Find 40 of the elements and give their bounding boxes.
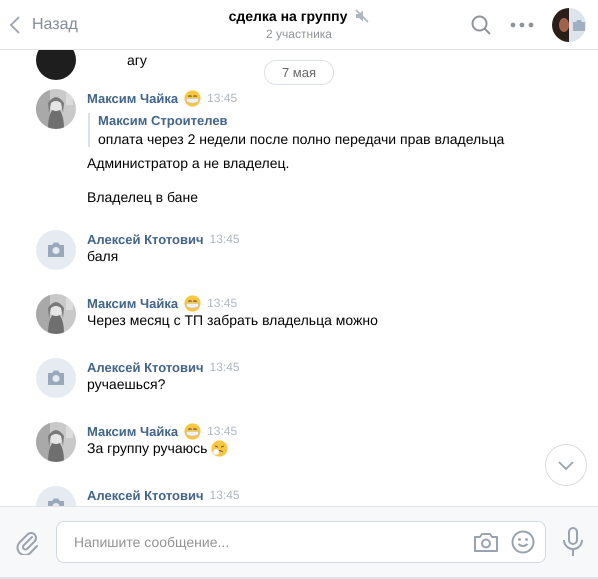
- message-time: 13:45: [210, 360, 240, 374]
- message-text: За группу ручаюсь: [87, 440, 208, 457]
- message-time: 13:45: [207, 424, 238, 438]
- back-chevron-icon: [10, 16, 20, 34]
- quoted-message[interactable]: Максим Строителев оплата через 2 недели после полно передачи прав владельца: [88, 113, 598, 147]
- camera-avatar-icon: [36, 358, 76, 398]
- author-name[interactable]: Алексей Ктотович: [87, 360, 204, 374]
- author-name[interactable]: Максим Чайка: [87, 424, 178, 438]
- attach-button[interactable]: [14, 529, 40, 555]
- message-time: 13:45: [207, 91, 238, 105]
- chat-avatar-button[interactable]: [552, 8, 586, 42]
- message-text: баля: [87, 248, 118, 265]
- quote-text: оплата через 2 недели после полно передачи прав владельца: [98, 131, 506, 147]
- scroll-down-button[interactable]: [545, 444, 587, 486]
- chevron-down-icon: [558, 460, 574, 470]
- chat-title: сделка на группу: [228, 8, 348, 24]
- message-text: агу: [127, 52, 147, 68]
- message-text: Через месяц с ТП забрать владельца можно: [87, 312, 378, 329]
- back-button[interactable]: Назад: [0, 16, 78, 34]
- avatar: [36, 50, 76, 80]
- message-text: Администратор а не владелец. Владелец в бане: [87, 155, 290, 206]
- members-count: 2 участника: [266, 27, 332, 41]
- search-button[interactable]: [470, 14, 492, 36]
- message-time: 13:45: [210, 232, 240, 246]
- camera-avatar-icon: [36, 230, 76, 270]
- more-button[interactable]: [510, 22, 534, 28]
- message-field[interactable]: Напишите сообщение...: [56, 521, 546, 563]
- date-divider: 7 мая: [264, 60, 334, 85]
- message-time: 13:45: [207, 296, 238, 310]
- message-input[interactable]: Напишите сообщение...: [72, 533, 461, 551]
- author-name[interactable]: Алексей Ктотович: [87, 488, 204, 502]
- camera-button[interactable]: [473, 531, 499, 553]
- author-name[interactable]: Максим Чайка: [87, 90, 178, 106]
- quote-author: Максим Строителев: [98, 113, 229, 128]
- emoji-button[interactable]: [511, 530, 535, 554]
- author-name[interactable]: Алексей Ктотович: [87, 232, 204, 246]
- microphone-button[interactable]: [562, 527, 584, 557]
- message-time: 13:45: [210, 488, 240, 502]
- message-text: ручаешься?: [87, 376, 166, 393]
- author-name[interactable]: Максим Чайка: [87, 296, 178, 310]
